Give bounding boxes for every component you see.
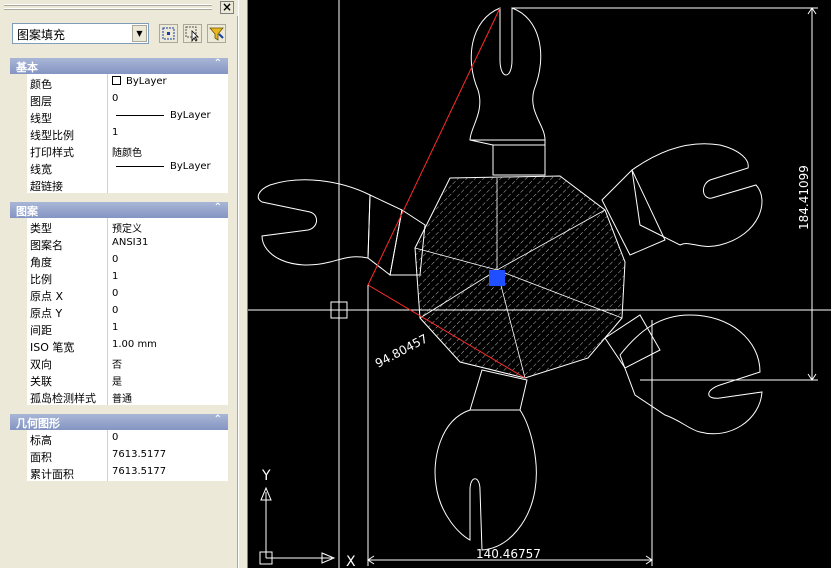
hatch-region[interactable]: [414, 175, 626, 379]
aligned-dimension-text: 94.80457: [373, 331, 430, 370]
prop-name: 累计面积: [27, 464, 108, 481]
ucs-icon: [259, 486, 336, 565]
prop-name: 角度: [27, 252, 108, 269]
prop-name: 关联: [27, 371, 108, 388]
prop-row-angle[interactable]: 角度 0: [10, 252, 228, 269]
prop-value[interactable]: 预定义: [108, 218, 228, 235]
prop-value[interactable]: ANSI31: [108, 235, 228, 252]
ucs-y-label: Y: [261, 468, 271, 484]
prop-value[interactable]: 否: [108, 354, 228, 371]
prop-row-origin-y[interactable]: 原点 Y 0: [10, 303, 228, 320]
prop-value[interactable]: 0: [108, 430, 228, 447]
vertical-dimension-text: 184.41099: [797, 165, 811, 230]
prop-value[interactable]: 7613.5177: [108, 447, 228, 464]
section-pattern-header[interactable]: 图案 ⌃: [10, 202, 228, 218]
prop-name: 颜色: [27, 74, 108, 91]
prop-name: 面积: [27, 447, 108, 464]
prop-row-iso-pen-width[interactable]: ISO 笔宽 1.00 mm: [10, 337, 228, 354]
prop-name: 原点 Y: [27, 303, 108, 320]
quick-select-funnel-icon: [209, 27, 224, 41]
collapse-chevron-icon[interactable]: ⌃: [214, 58, 222, 69]
prop-value[interactable]: 0: [108, 286, 228, 303]
prop-value[interactable]: 1: [108, 320, 228, 337]
prop-value[interactable]: 1: [108, 269, 228, 286]
section-geometry-header[interactable]: 几何图形 ⌃: [10, 414, 228, 430]
prop-value[interactable]: 0: [108, 252, 228, 269]
lineweight-sample-icon: [116, 165, 164, 167]
prop-row-plot-style[interactable]: 打印样式 随颜色: [10, 142, 228, 159]
prop-row-spacing[interactable]: 间距 1: [10, 320, 228, 337]
prop-row-hyperlink[interactable]: 超链接: [10, 176, 228, 193]
prop-value[interactable]: 7613.5177: [108, 464, 228, 481]
pickadd-icon: [162, 27, 175, 40]
section-pattern-title: 图案: [16, 205, 38, 218]
prop-name: 原点 X: [27, 286, 108, 303]
prop-name: 孤岛检测样式: [27, 388, 108, 405]
prop-name: 双向: [27, 354, 108, 371]
prop-row-layer[interactable]: 图层 0: [10, 91, 228, 108]
close-button[interactable]: ×: [220, 1, 234, 14]
prop-name: 比例: [27, 269, 108, 286]
prop-value[interactable]: 普通: [108, 388, 228, 405]
prop-row-scale[interactable]: 比例 1: [10, 269, 228, 286]
select-objects-icon: [185, 26, 199, 43]
prop-name: 线型比例: [27, 125, 108, 142]
prop-value[interactable]: 0: [108, 91, 228, 108]
prop-value[interactable]: ByLayer: [108, 108, 228, 125]
prop-row-pattern-name[interactable]: 图案名 ANSI31: [10, 235, 228, 252]
prop-name: 间距: [27, 320, 108, 337]
prop-row-associative[interactable]: 关联 是: [10, 371, 228, 388]
properties-palette: × 图案填充 ▼ 基本 ⌃ 颜色 ByLayer 图层 0 线型 ByLayer…: [0, 0, 238, 568]
prop-row-cumulative-area[interactable]: 累计面积 7613.5177: [10, 464, 228, 481]
object-type-select[interactable]: 图案填充 ▼: [12, 23, 149, 44]
drawing-canvas[interactable]: 184.41099 140.46757 94.80457 Y X: [248, 0, 831, 568]
linetype-sample-icon: [116, 114, 164, 116]
palette-titlebar[interactable]: ×: [0, 0, 238, 16]
toggle-pickadd-button[interactable]: [159, 24, 178, 43]
prop-row-origin-x[interactable]: 原点 X 0: [10, 286, 228, 303]
prop-name: ISO 笔宽: [27, 337, 108, 354]
chevron-down-icon[interactable]: ▼: [132, 25, 147, 42]
prop-row-type[interactable]: 类型 预定义: [10, 218, 228, 235]
titlebar-grip: [4, 4, 212, 6]
prop-value[interactable]: ByLayer: [108, 74, 228, 91]
palette-splitter[interactable]: [238, 0, 248, 568]
prop-row-linetype[interactable]: 线型 ByLayer: [10, 108, 228, 125]
prop-value[interactable]: ByLayer: [108, 159, 228, 176]
prop-name: 类型: [27, 218, 108, 235]
section-geometry-title: 几何图形: [16, 417, 60, 430]
ucs-x-label: X: [346, 554, 356, 568]
prop-value[interactable]: [108, 176, 228, 193]
prop-row-lineweight[interactable]: 线宽 ByLayer: [10, 159, 228, 176]
hatch-grip[interactable]: [489, 270, 505, 286]
select-objects-button[interactable]: [183, 24, 202, 43]
prop-name: 图案名: [27, 235, 108, 252]
prop-row-linetype-scale[interactable]: 线型比例 1: [10, 125, 228, 142]
prop-name: 线型: [27, 108, 108, 125]
color-swatch-icon: [112, 76, 121, 85]
prop-row-area[interactable]: 面积 7613.5177: [10, 447, 228, 464]
prop-name: 超链接: [27, 176, 108, 193]
section-basic-header[interactable]: 基本 ⌃: [10, 58, 228, 74]
prop-row-color[interactable]: 颜色 ByLayer: [10, 74, 228, 91]
collapse-chevron-icon[interactable]: ⌃: [214, 414, 222, 425]
prop-name: 图层: [27, 91, 108, 108]
prop-name: 标高: [27, 430, 108, 447]
prop-name: 线宽: [27, 159, 108, 176]
horizontal-dimension-text: 140.46757: [476, 547, 541, 561]
section-basic-title: 基本: [16, 61, 38, 74]
prop-value[interactable]: 0: [108, 303, 228, 320]
prop-value[interactable]: 1.00 mm: [108, 337, 228, 354]
collapse-chevron-icon[interactable]: ⌃: [214, 202, 222, 213]
prop-value[interactable]: 随颜色: [108, 142, 228, 159]
quick-select-button[interactable]: [207, 24, 226, 43]
prop-row-island-detection[interactable]: 孤岛检测样式 普通: [10, 388, 228, 405]
object-type-value: 图案填充: [17, 28, 66, 42]
prop-row-double[interactable]: 双向 否: [10, 354, 228, 371]
prop-value[interactable]: 1: [108, 125, 228, 142]
prop-value[interactable]: 是: [108, 371, 228, 388]
prop-name: 打印样式: [27, 142, 108, 159]
titlebar-grip: [4, 8, 212, 10]
prop-row-elevation[interactable]: 标高 0: [10, 430, 228, 447]
